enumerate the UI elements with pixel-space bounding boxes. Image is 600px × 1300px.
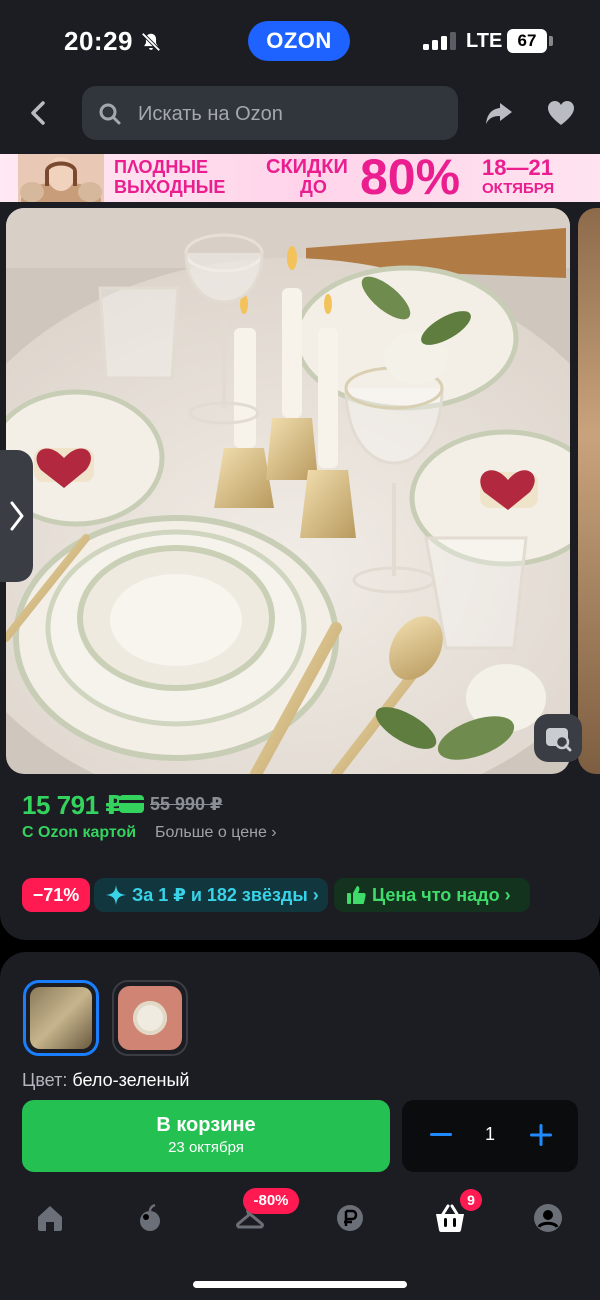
variant-image-white-green <box>30 987 92 1049</box>
color-row: Цвет: бело-зеленый <box>22 1070 189 1091</box>
search-bar[interactable]: Искать на Ozon <box>82 86 458 140</box>
model-photo <box>18 154 104 202</box>
increase-quantity-button[interactable] <box>528 1122 554 1148</box>
visual-search-button[interactable] <box>534 714 582 762</box>
banner-discount-word: СКИДКИ <box>266 156 348 178</box>
apple-icon <box>140 1203 160 1231</box>
fair-price-label: Цена что надо › <box>372 884 511 905</box>
favorite-heart-icon[interactable] <box>546 98 576 128</box>
thumbs-up-icon <box>347 886 366 904</box>
promo-discount-badge: -80% <box>243 1188 299 1214</box>
color-label: Цвет: <box>22 1070 73 1090</box>
plate-image <box>133 1001 167 1035</box>
more-about-price-link[interactable]: Больше о цене › <box>155 824 277 842</box>
banner-percent: 80% <box>360 154 461 202</box>
stars-offer-label: За 1 ₽ и 182 звёзды › <box>132 884 319 905</box>
status-bar: 20:29 OZON LTE 67 <box>0 0 600 80</box>
tab-home[interactable] <box>32 1200 68 1236</box>
product-card: 15 791 ₽ 55 990 ₽ С Ozon картой Больше о… <box>0 202 600 940</box>
bell-muted-icon <box>141 32 161 52</box>
product-photo[interactable] <box>6 208 570 774</box>
back-arrow-icon[interactable] <box>22 96 56 130</box>
fair-price-chip[interactable]: Цена что надо › <box>334 878 530 912</box>
gallery-next-arrow[interactable] <box>0 450 33 582</box>
battery-icon: 67 <box>507 29 547 53</box>
sparkle-icon <box>106 885 126 905</box>
minus-icon <box>430 1133 452 1136</box>
banner-dates: 18—21 <box>482 155 553 180</box>
signal-icon <box>423 32 456 50</box>
current-price: 15 791 ₽ <box>22 790 123 820</box>
in-cart-button[interactable]: В корзине 23 октября <box>22 1100 390 1172</box>
variant-image-pink <box>118 986 182 1050</box>
ozon-card-icon <box>119 795 144 813</box>
top-header: Искать на Ozon <box>0 80 600 154</box>
table-setting-illustration <box>6 208 570 774</box>
basket-icon <box>436 1204 464 1232</box>
with-card-label: С Ozon картой <box>22 824 137 841</box>
banner-line2: ВЫХОДНЫЕ <box>114 177 226 197</box>
chevron-right-icon <box>10 501 23 531</box>
in-cart-label: В корзине <box>156 1114 256 1136</box>
search-icon <box>99 103 121 125</box>
bottom-tab-bar <box>0 1190 600 1250</box>
search-placeholder: Искать на Ozon <box>138 103 283 125</box>
delivery-date: 23 октября <box>168 1139 244 1156</box>
tab-profile[interactable] <box>530 1200 566 1236</box>
ozon-logo[interactable]: OZON <box>248 21 350 61</box>
profile-icon <box>534 1204 562 1232</box>
banner-line1: ΠΛΟДНЫЕ <box>114 157 208 177</box>
battery-nub <box>549 36 553 46</box>
stars-offer-chip[interactable]: За 1 ₽ и 182 звёзды › <box>94 878 328 912</box>
tab-fresh[interactable] <box>132 1200 168 1236</box>
discount-badge: −71% <box>22 878 90 912</box>
network-type: LTE <box>466 30 503 52</box>
home-indicator[interactable] <box>193 1281 407 1288</box>
share-icon[interactable] <box>484 98 514 128</box>
tab-finance[interactable] <box>332 1200 368 1236</box>
next-photo-preview[interactable] <box>578 208 600 774</box>
plus-icon <box>530 1124 552 1146</box>
quantity-value: 1 <box>484 1124 495 1144</box>
ruble-coin-icon <box>337 1205 363 1231</box>
variant-thumb[interactable] <box>112 980 188 1056</box>
banner-upto: ДО <box>300 177 327 197</box>
variant-thumb-selected[interactable] <box>23 980 99 1056</box>
quantity-stepper: 1 <box>402 1100 578 1172</box>
image-search-icon <box>546 728 572 752</box>
status-time: 20:29 <box>64 26 133 56</box>
old-price: 55 990 ₽ <box>150 794 223 814</box>
home-icon <box>38 1206 62 1231</box>
cart-count-badge: 9 <box>460 1189 482 1211</box>
color-value: бело-зеленый <box>72 1070 190 1090</box>
decrease-quantity-button[interactable] <box>428 1122 454 1148</box>
banner-month: ОКТЯБРЯ <box>482 180 555 197</box>
promo-banner[interactable]: ΠΛΟДНЫЕ ВЫХОДНЫЕ СКИДКИ ДО 80% 18—21 ОКТ… <box>0 154 600 202</box>
